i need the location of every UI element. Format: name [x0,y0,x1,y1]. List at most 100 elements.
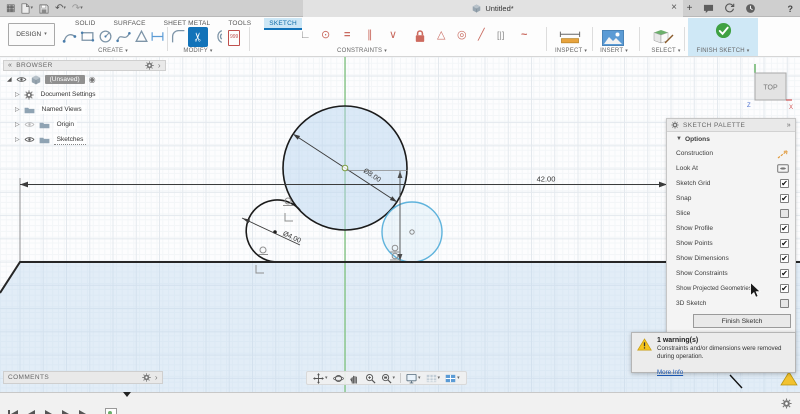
slice-checkbox[interactable] [780,209,789,218]
polygon-tool-button[interactable] [134,29,149,44]
perpendicular-constraint-button[interactable]: ∟ [300,29,311,41]
gear-icon[interactable] [145,61,154,70]
gear-icon[interactable] [142,373,151,382]
fillet-arc[interactable] [246,200,300,262]
sketch-grid-checkbox[interactable]: ✔ [780,179,789,188]
comments-bubble-icon[interactable] [703,4,714,14]
equal-constraint-button[interactable]: = [344,29,350,41]
large-circle-center-point[interactable] [342,165,348,171]
zoom-button[interactable] [365,373,376,384]
eye-icon[interactable] [16,76,27,83]
tab-sketch[interactable]: SKETCH [264,18,302,30]
symmetry-constraint-button[interactable]: [|] [497,29,504,41]
midpoint-constraint-button[interactable]: ∨ [389,29,397,41]
look-at-icon[interactable] [777,164,789,173]
timeline-skip-end-button[interactable] [77,408,93,414]
view-cube[interactable]: TOP X Z [745,62,795,112]
inspect-group-label[interactable]: INSPECT▾ [555,48,587,54]
redo-button[interactable]: ↷▾ [72,3,83,14]
panel-chevron-icon[interactable]: › [158,61,161,70]
palette-row-show-points[interactable]: Show Points ✔ [667,236,795,251]
trim-tool-button[interactable]: ✂ [188,27,208,47]
palette-row-construction[interactable]: Construction [667,146,795,161]
timeline-step-back-button[interactable] [26,408,37,414]
pan-button[interactable]: ▾ [313,373,328,384]
finish-sketch-palette-button[interactable]: Finish Sketch [693,314,791,328]
small-circle-selected[interactable] [382,202,442,262]
show-profile-checkbox[interactable]: ✔ [780,224,789,233]
timeline-position-marker[interactable] [123,397,131,414]
save-icon[interactable] [39,4,49,14]
warning-toast[interactable]: 1 warning(s) Constraints and/or dimensio… [631,332,796,373]
app-grid-icon[interactable]: ▦ [6,3,15,14]
display-settings-button[interactable]: ▾ [406,373,421,384]
branch-expand-icon[interactable]: ▷ [15,137,20,143]
fix-constraint-button[interactable] [414,29,426,44]
branch-expand-icon[interactable]: ▷ [15,107,20,113]
activate-component-radio[interactable]: ◉ [89,75,96,84]
sketch-canvas[interactable]: 42.00 Ø8.00 Ø4.00 [0,57,800,392]
branch-expand-icon[interactable]: ▷ [15,92,20,98]
document-tab[interactable]: Untitled* × [303,0,683,17]
viewcube-face-label[interactable]: TOP [763,85,778,92]
spline-tool-button[interactable] [116,29,131,44]
show-dimensions-checkbox[interactable]: ✔ [780,254,789,263]
tab-close-icon[interactable]: × [671,1,677,15]
eye-off-icon[interactable] [24,121,35,128]
concentric-constraint-button[interactable]: ◎ [457,29,467,41]
palette-row-snap[interactable]: Snap ✔ [667,191,795,206]
browser-header[interactable]: « BROWSER › [3,60,166,71]
timeline-play-button[interactable] [43,408,54,414]
insert-group-label[interactable]: INSERT▾ [600,48,628,54]
insert-button[interactable] [602,30,624,46]
comments-header[interactable]: COMMENTS › [3,371,163,384]
timeline-sketch-feature[interactable] [105,408,117,414]
timeline-skip-start-button[interactable] [6,408,20,414]
circle-tool-button[interactable] [98,29,113,44]
eye-icon[interactable] [24,136,35,143]
finish-sketch-label[interactable]: FINISH SKETCH▾ [697,48,750,54]
select-button[interactable] [653,29,675,45]
create-group-label[interactable]: CREATE▾ [98,48,128,54]
viewports-button[interactable]: ▾ [445,373,460,384]
job-status-clock-icon[interactable] [745,3,756,14]
construction-icon[interactable] [777,149,789,159]
browser-root-row[interactable]: ◢ (Unsaved) ◉ [3,73,166,86]
collapse-panel-icon[interactable]: « [8,62,12,69]
timeline-settings-gear-icon[interactable] [781,398,792,409]
tab-tools[interactable]: TOOLS [223,18,256,30]
line-tool-button[interactable] [62,29,77,44]
palette-row-sketch-grid[interactable]: Sketch Grid ✔ [667,176,795,191]
root-document-label[interactable]: (Unsaved) [45,75,85,84]
show-projected-geometries-checkbox[interactable]: ✔ [780,284,789,293]
curvature-constraint-button[interactable]: ~ [521,29,527,41]
orbit-button[interactable] [333,373,344,384]
rectangle-tool-button[interactable] [80,29,95,44]
dimension-width-value[interactable]: 42.00 [537,175,556,184]
grid-settings-button[interactable]: ▾ [426,373,441,384]
collinear-constraint-button[interactable]: ╱ [478,29,485,41]
new-tab-button[interactable]: + [687,3,693,14]
palette-row-show-projected-geometries[interactable]: Show Projected Geometries ✔ [667,281,795,296]
snap-checkbox[interactable]: ✔ [780,194,789,203]
timeline-step-forward-button[interactable] [60,408,71,414]
show-points-checkbox[interactable]: ✔ [780,239,789,248]
section-collapse-icon[interactable]: ▼ [676,136,682,142]
gear-icon[interactable] [671,121,679,129]
browser-item-sketches[interactable]: ▷ Sketches [3,133,166,146]
show-constraints-checkbox[interactable]: ✔ [780,269,789,278]
hand-pan-button[interactable] [349,373,360,384]
file-menu-button[interactable]: ▾ [21,3,33,14]
palette-row-show-profile[interactable]: Show Profile ✔ [667,221,795,236]
undo-button[interactable]: ↶▾ [55,3,66,14]
palette-row-show-constraints[interactable]: Show Constraints ✔ [667,266,795,281]
expand-icon[interactable]: ◢ [7,77,12,83]
browser-item-origin[interactable]: ▷ Origin [3,118,166,131]
dimension-tool-button[interactable] [150,29,165,44]
offset-tool-button[interactable] [210,29,225,44]
browser-item-named-views[interactable]: ▷ Named Views [3,103,166,116]
dimension-small-diameter[interactable]: Ø4.00 [242,218,302,245]
palette-row-slice[interactable]: Slice [667,206,795,221]
parallel-constraint-button[interactable]: ∥ [367,29,373,41]
modify-group-label[interactable]: MODIFY▾ [183,48,212,54]
